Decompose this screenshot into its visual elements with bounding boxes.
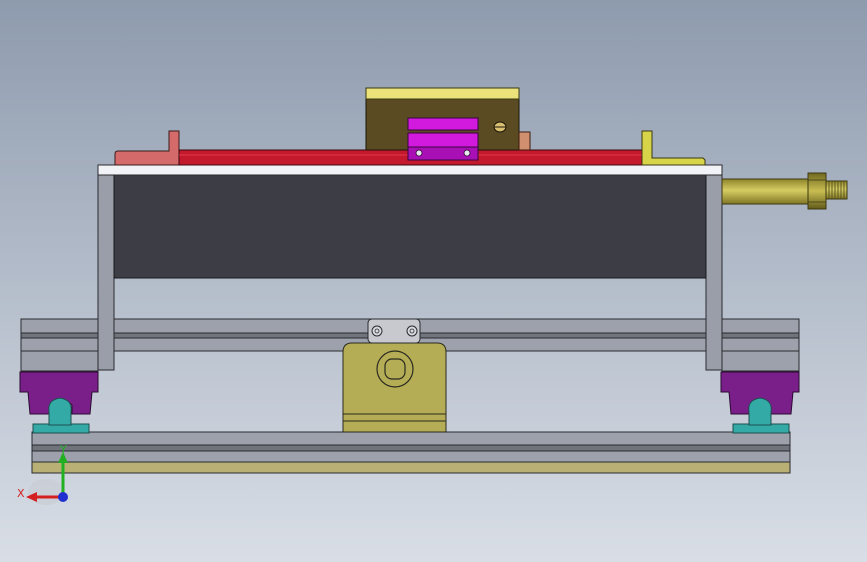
frame-leg-right[interactable] [705, 173, 723, 371]
lead-screw-shaft [721, 178, 811, 205]
cad-viewport[interactable]: X Y [0, 0, 867, 562]
top-plate[interactable] [97, 164, 723, 176]
left-rail-head [48, 397, 72, 426]
base-rail-mid [31, 444, 791, 452]
fixture-tab [518, 131, 531, 151]
base-rail[interactable] [31, 431, 791, 474]
cross-beam-under-left [20, 350, 99, 372]
base-strip [31, 461, 791, 474]
bearing-block-foot [342, 420, 447, 433]
cap-screw-right [406, 325, 418, 337]
bearing-block-body [342, 342, 447, 424]
magenta-slider-mid [407, 132, 479, 148]
fixture-cap [365, 87, 520, 100]
triad-plane [28, 479, 64, 505]
frame-panel[interactable] [113, 174, 707, 279]
triad-x-label: X [17, 487, 25, 500]
triad-y-label: Y [59, 443, 67, 456]
triad-z-axis [58, 492, 68, 502]
frame-leg-left[interactable] [97, 173, 115, 371]
cap-screw-left [371, 325, 383, 337]
base-rail-lower [31, 450, 791, 463]
right-guide[interactable] [720, 371, 800, 434]
magenta-slider-top [407, 117, 479, 131]
base-rail-top [31, 431, 791, 446]
slider-screw-left [415, 149, 423, 157]
hex-nut [807, 172, 827, 210]
right-rail-head [748, 397, 772, 426]
slider-screw-right [463, 149, 471, 157]
bearing-bore-inner [384, 358, 406, 380]
viewport-background [0, 0, 867, 562]
cross-beam-under-right [721, 350, 800, 372]
